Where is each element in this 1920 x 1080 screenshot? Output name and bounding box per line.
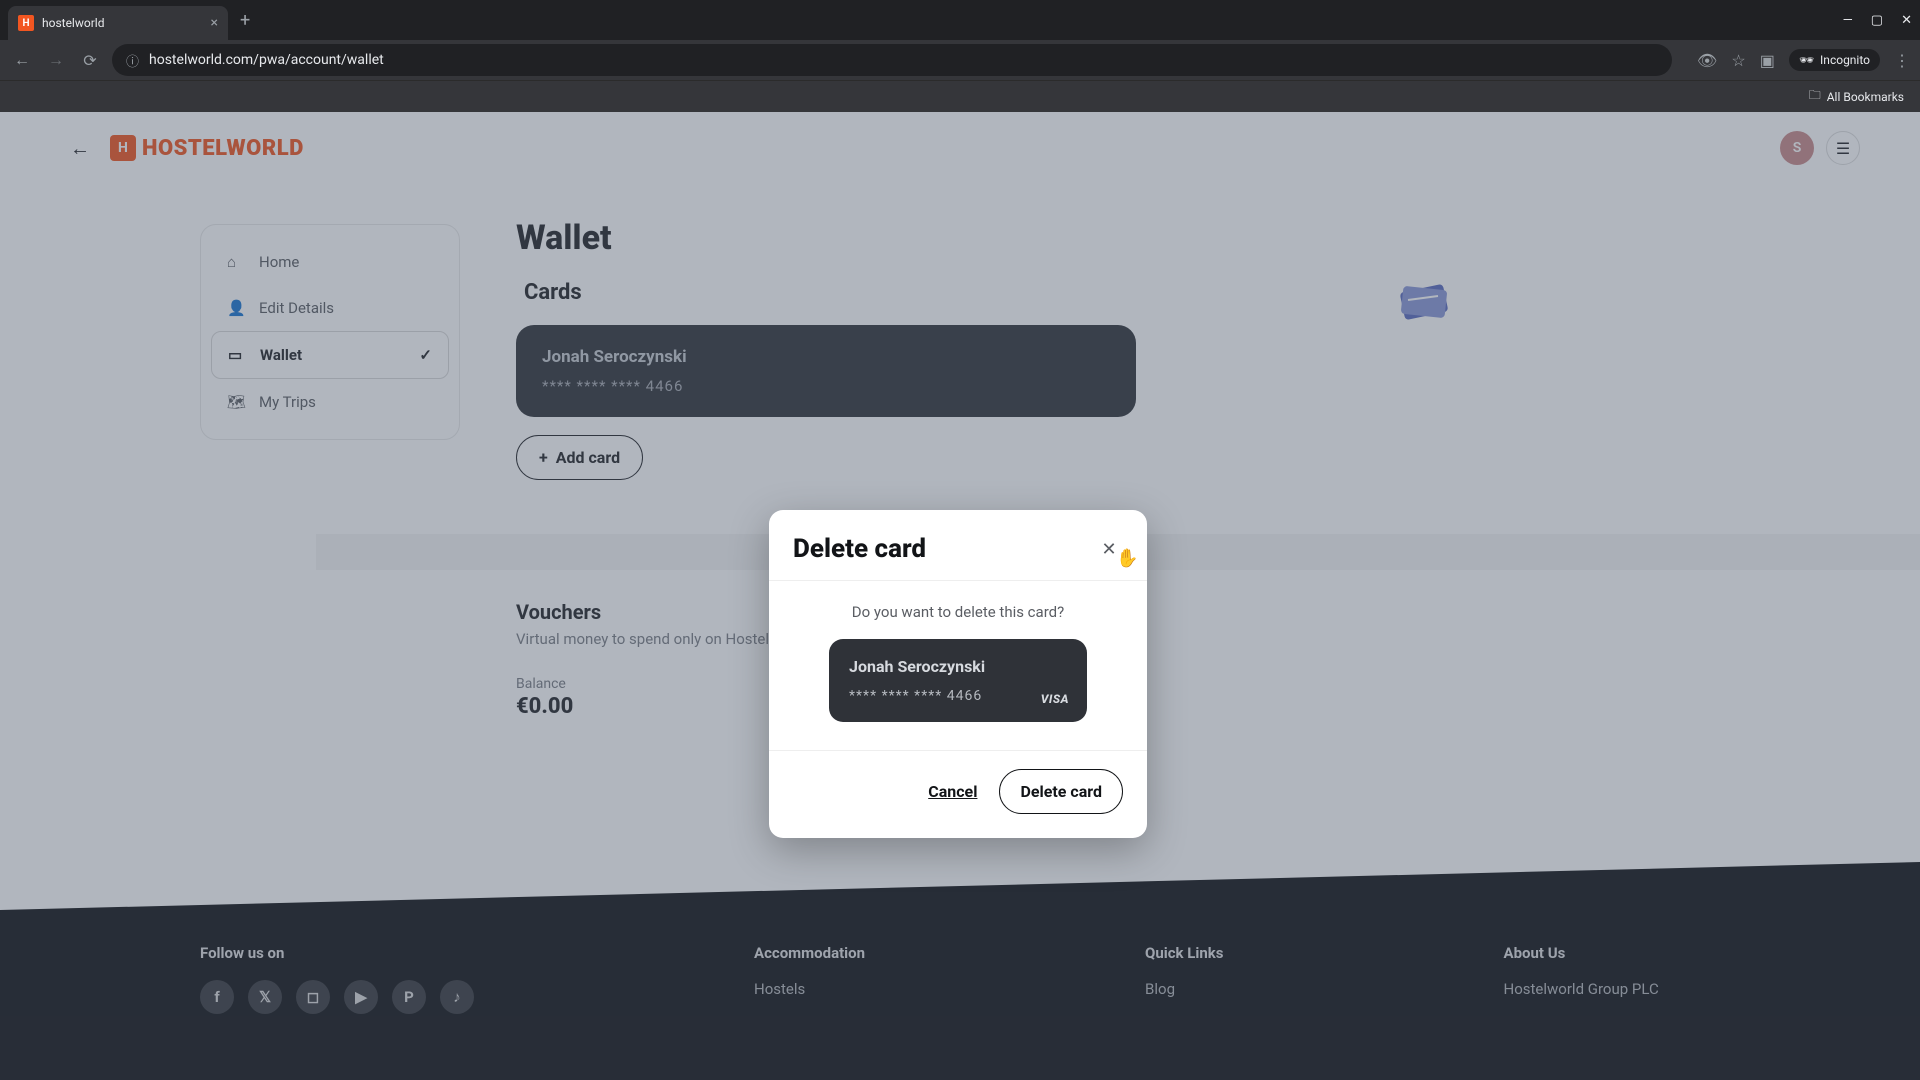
- delete-card-button[interactable]: Delete card: [999, 769, 1123, 814]
- url-bar[interactable]: ⓘ hostelworld.com/pwa/account/wallet: [112, 44, 1672, 76]
- modal-overlay[interactable]: Delete card ✕ Do you want to delete this…: [0, 112, 1920, 1080]
- browser-tab[interactable]: H hostelworld ×: [8, 6, 228, 40]
- modal-message: Do you want to delete this card?: [793, 603, 1123, 621]
- tab-close-icon[interactable]: ×: [211, 15, 218, 31]
- modal-card-number: **** **** **** 4466: [849, 688, 1067, 704]
- incognito-icon: 🕶: [1799, 53, 1814, 67]
- browser-menu-icon[interactable]: ⋮: [1894, 51, 1910, 70]
- modal-card-name: Jonah Seroczynski: [849, 657, 1067, 676]
- tracking-icon[interactable]: 👁: [1697, 51, 1717, 70]
- delete-card-modal: Delete card ✕ Do you want to delete this…: [769, 510, 1147, 838]
- visa-icon: VISA: [1041, 692, 1069, 706]
- bookmarks-bar: 🗀 All Bookmarks: [0, 80, 1920, 112]
- incognito-label: Incognito: [1820, 53, 1870, 67]
- window-close-icon[interactable]: ✕: [1901, 13, 1912, 28]
- close-icon: ✕: [1101, 539, 1116, 560]
- browser-toolbar: ← → ⟳ ⓘ hostelworld.com/pwa/account/wall…: [0, 40, 1920, 80]
- cancel-button[interactable]: Cancel: [928, 782, 977, 801]
- tab-title: hostelworld: [42, 16, 203, 30]
- window-minimize-icon[interactable]: —: [1843, 13, 1853, 28]
- modal-close-button[interactable]: ✕: [1095, 535, 1123, 563]
- modal-divider: [769, 580, 1147, 581]
- favicon: H: [18, 15, 34, 31]
- nav-back-icon[interactable]: ←: [10, 50, 34, 70]
- extensions-icon[interactable]: ▣: [1760, 51, 1775, 70]
- page-content: ← H HOSTELWORLD S ☰ ⌂ Home 👤 Edit Detail…: [0, 112, 1920, 1080]
- bookmark-star-icon[interactable]: ☆: [1731, 51, 1745, 70]
- folder-icon: 🗀: [1809, 86, 1821, 107]
- browser-titlebar: H hostelworld × + — ▢ ✕: [0, 0, 1920, 40]
- site-info-icon[interactable]: ⓘ: [126, 51, 139, 70]
- all-bookmarks-link[interactable]: All Bookmarks: [1827, 90, 1904, 104]
- new-tab-button[interactable]: +: [240, 10, 250, 31]
- url-text: hostelworld.com/pwa/account/wallet: [149, 52, 384, 68]
- modal-title: Delete card: [793, 534, 926, 564]
- modal-card-preview: Jonah Seroczynski **** **** **** 4466 VI…: [829, 639, 1087, 722]
- nav-forward-icon[interactable]: →: [44, 50, 68, 70]
- window-maximize-icon[interactable]: ▢: [1871, 13, 1883, 28]
- nav-reload-icon[interactable]: ⟳: [78, 51, 102, 70]
- incognito-badge[interactable]: 🕶 Incognito: [1789, 49, 1880, 71]
